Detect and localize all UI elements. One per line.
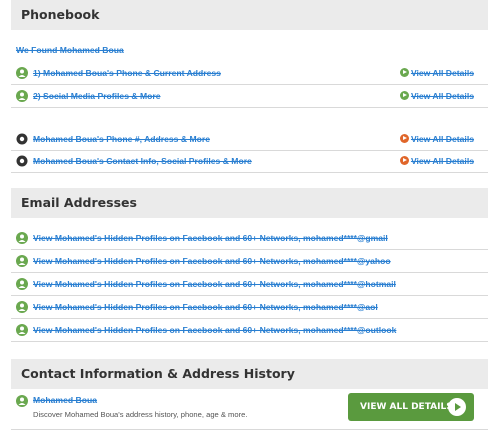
email-row-3[interactable]: View Mohamed's Hidden Profiles on Facebo… xyxy=(11,274,488,296)
view-all-details-link-2[interactable]: View All Details xyxy=(399,91,474,101)
person-icon xyxy=(16,232,28,244)
email-row-2[interactable]: View Mohamed's Hidden Profiles on Facebo… xyxy=(11,251,488,273)
email-row-5-link[interactable]: View Mohamed's Hidden Profiles on Facebo… xyxy=(33,325,396,335)
email-row-1[interactable]: View Mohamed's Hidden Profiles on Facebo… xyxy=(11,228,488,250)
person-icon xyxy=(16,255,28,267)
phonebook-row-4[interactable]: Mohamed Boua's Contact Info, Social Prof… xyxy=(11,151,488,173)
person-icon xyxy=(16,301,28,313)
phonebook-row-3-link[interactable]: Mohamed Boua's Phone #, Address & More xyxy=(33,134,210,144)
email-row-4[interactable]: View Mohamed's Hidden Profiles on Facebo… xyxy=(11,297,488,319)
play-icon xyxy=(448,398,466,416)
contact-name-link[interactable]: Mohamed Boua xyxy=(33,395,97,405)
phonebook-row-1[interactable]: 1) Mohamed Boua's Phone & Current Addres… xyxy=(11,63,488,85)
email-row-4-link[interactable]: View Mohamed's Hidden Profiles on Facebo… xyxy=(33,302,378,312)
view-all-details-link-4[interactable]: View All Details xyxy=(399,156,474,166)
person-icon xyxy=(16,278,28,290)
person-icon xyxy=(16,395,28,407)
phonebook-row-2-link[interactable]: 2) Social Media Profiles & More xyxy=(33,91,161,101)
email-row-1-link[interactable]: View Mohamed's Hidden Profiles on Facebo… xyxy=(33,233,388,243)
person-icon xyxy=(16,67,28,79)
arrow-circle-icon xyxy=(399,134,409,143)
phonebook-row-4-link[interactable]: Mohamed Boua's Contact Info, Social Prof… xyxy=(33,156,252,166)
contact-row: Mohamed Boua Discover Mohamed Boua's add… xyxy=(11,390,488,430)
person-icon xyxy=(16,324,28,336)
found-link[interactable]: We Found Mohamed Boua xyxy=(16,45,124,55)
email-row-5[interactable]: View Mohamed's Hidden Profiles on Facebo… xyxy=(11,320,488,342)
arrow-circle-icon xyxy=(399,91,409,100)
email-header: Email Addresses xyxy=(11,188,488,218)
view-all-details-link-1[interactable]: View All Details xyxy=(399,68,474,78)
email-row-2-link[interactable]: View Mohamed's Hidden Profiles on Facebo… xyxy=(33,256,391,266)
phone-icon xyxy=(16,133,28,145)
view-all-details-button[interactable]: VIEW ALL DETAILS xyxy=(348,393,474,421)
phonebook-row-2[interactable]: 2) Social Media Profiles & More View All… xyxy=(11,86,488,108)
view-all-details-link-3[interactable]: View All Details xyxy=(399,134,474,144)
arrow-circle-icon xyxy=(399,156,409,165)
person-icon xyxy=(16,90,28,102)
phonebook-row-3[interactable]: Mohamed Boua's Phone #, Address & More V… xyxy=(11,129,488,151)
contact-description: Discover Mohamed Boua's address history,… xyxy=(33,410,248,419)
phonebook-row-1-link[interactable]: 1) Mohamed Boua's Phone & Current Addres… xyxy=(33,68,221,78)
arrow-circle-icon xyxy=(399,68,409,77)
email-row-3-link[interactable]: View Mohamed's Hidden Profiles on Facebo… xyxy=(33,279,396,289)
contact-header: Contact Information & Address History xyxy=(11,359,488,389)
phone-icon xyxy=(16,155,28,167)
phonebook-header: Phonebook xyxy=(11,0,488,30)
